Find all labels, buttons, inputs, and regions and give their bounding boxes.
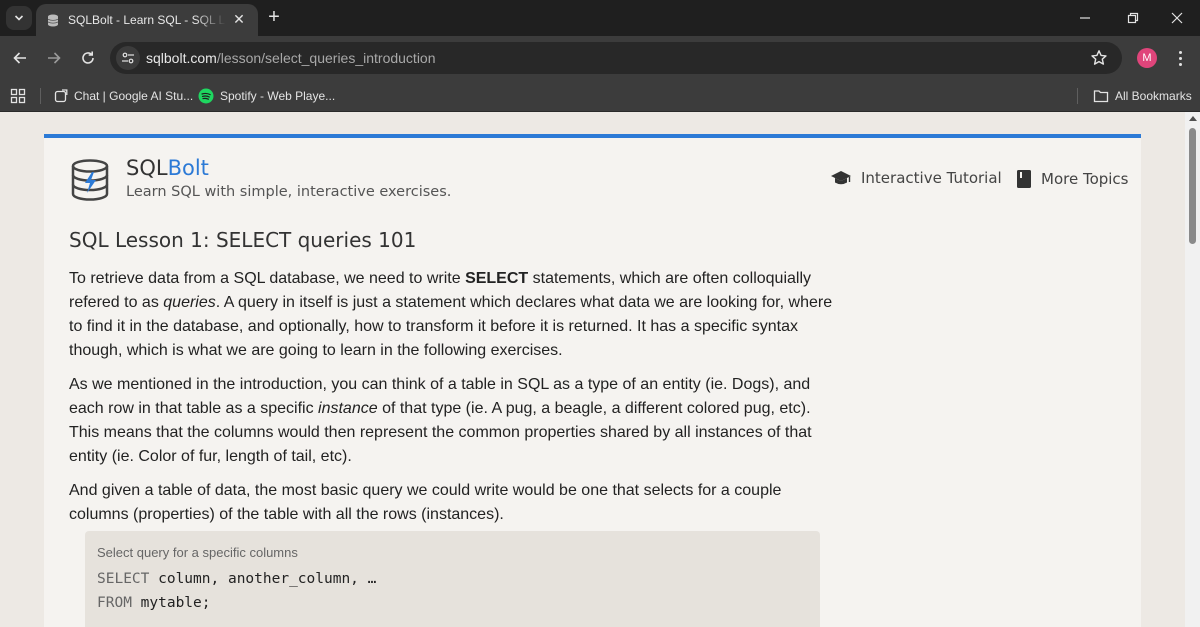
paragraph-3: And given a table of data, the most basi… [69, 482, 782, 523]
bookmark-ai-studio[interactable]: Chat | Google AI Stu... [54, 85, 193, 107]
brand-accent: Bolt [167, 156, 209, 180]
code-keyword: FROM [97, 595, 132, 611]
page-scrollbar[interactable] [1185, 112, 1200, 627]
code-line-1: SELECT column, another_column, … [97, 571, 377, 587]
interactive-tutorial-link[interactable]: Interactive Tutorial [830, 169, 1002, 187]
url-path: /lesson/select_queries_introduction [216, 50, 436, 66]
apps-grid-icon[interactable] [10, 85, 26, 107]
paragraph-2: As we mentioned in the introduction, you… [69, 376, 812, 465]
all-bookmarks-label: All Bookmarks [1115, 89, 1192, 103]
bookmarks-divider [1077, 88, 1078, 104]
scroll-thumb[interactable] [1189, 128, 1196, 244]
lesson-card: SQLBolt Learn SQL with simple, interacti… [44, 134, 1141, 627]
site-tagline: Learn SQL with simple, interactive exerc… [126, 184, 452, 200]
bookmarks-divider [40, 88, 41, 104]
address-bar[interactable]: sqlbolt.com/lesson/select_queries_introd… [110, 42, 1122, 74]
book-icon [1017, 170, 1031, 188]
more-menu-icon[interactable] [1172, 48, 1188, 68]
select-keyword: SELECT [465, 270, 529, 287]
tab-search-button[interactable] [6, 6, 32, 30]
queries-term: queries [163, 294, 216, 311]
bookmark-label: Spotify - Web Playe... [220, 89, 336, 103]
url-host: sqlbolt.com [146, 50, 217, 66]
all-bookmarks-button[interactable]: All Bookmarks [1093, 85, 1192, 107]
nav-label: More Topics [1041, 170, 1129, 188]
site-brand[interactable]: SQLBolt [126, 156, 209, 180]
forward-icon[interactable] [42, 46, 66, 70]
bookmarks-bar: Chat | Google AI Stu... Spotify - Web Pl… [0, 80, 1200, 112]
browser-toolbar: sqlbolt.com/lesson/select_queries_introd… [0, 36, 1200, 80]
back-icon[interactable] [8, 46, 32, 70]
folder-icon [1093, 90, 1109, 103]
active-tab[interactable]: SQLBolt - Learn SQL - SQL Lesson 1: SELE… [36, 4, 258, 36]
page-viewport: SQLBolt Learn SQL with simple, interacti… [0, 112, 1185, 627]
code-line-2: FROM mytable; [97, 595, 211, 611]
close-window-icon[interactable] [1154, 0, 1200, 36]
site-settings-icon[interactable] [116, 46, 140, 70]
instance-term: instance [318, 400, 378, 417]
nav-label: Interactive Tutorial [861, 169, 1002, 187]
url-text[interactable]: sqlbolt.com/lesson/select_queries_introd… [146, 50, 436, 66]
ai-studio-icon [54, 89, 68, 103]
profile-avatar[interactable]: M [1137, 48, 1157, 68]
bookmark-spotify[interactable]: Spotify - Web Playe... [198, 85, 335, 107]
reload-icon[interactable] [76, 46, 100, 70]
graduation-cap-icon [831, 171, 851, 185]
lesson-content: To retrieve data from a SQL database, we… [69, 267, 839, 537]
new-tab-icon[interactable]: + [264, 7, 284, 28]
brand-prefix: SQL [126, 156, 168, 180]
chevron-down-icon [14, 15, 24, 21]
tab-close-icon[interactable]: ✕ [230, 12, 248, 28]
minimize-icon[interactable] [1062, 0, 1108, 36]
restore-icon[interactable] [1110, 0, 1156, 36]
tab-title: SQLBolt - Learn SQL - SQL Lesson 1: SELE… [68, 13, 226, 27]
bookmark-label: Chat | Google AI Stu... [74, 89, 194, 103]
lesson-title: SQL Lesson 1: SELECT queries 101 [69, 228, 417, 252]
tab-strip: SQLBolt - Learn SQL - SQL Lesson 1: SELE… [0, 0, 1200, 36]
spotify-icon [198, 88, 214, 104]
database-icon [46, 13, 60, 27]
bookmark-star-icon[interactable] [1090, 49, 1108, 67]
more-topics-link[interactable]: More Topics [1016, 169, 1129, 189]
scroll-up-icon[interactable] [1189, 116, 1197, 121]
sqlbolt-logo-icon[interactable] [68, 158, 112, 202]
code-caption: Select query for a specific columns [97, 545, 298, 560]
paragraph-1: To retrieve data from a SQL database, we… [69, 270, 833, 359]
code-keyword: SELECT [97, 571, 150, 587]
code-example: Select query for a specific columns SELE… [85, 531, 820, 627]
